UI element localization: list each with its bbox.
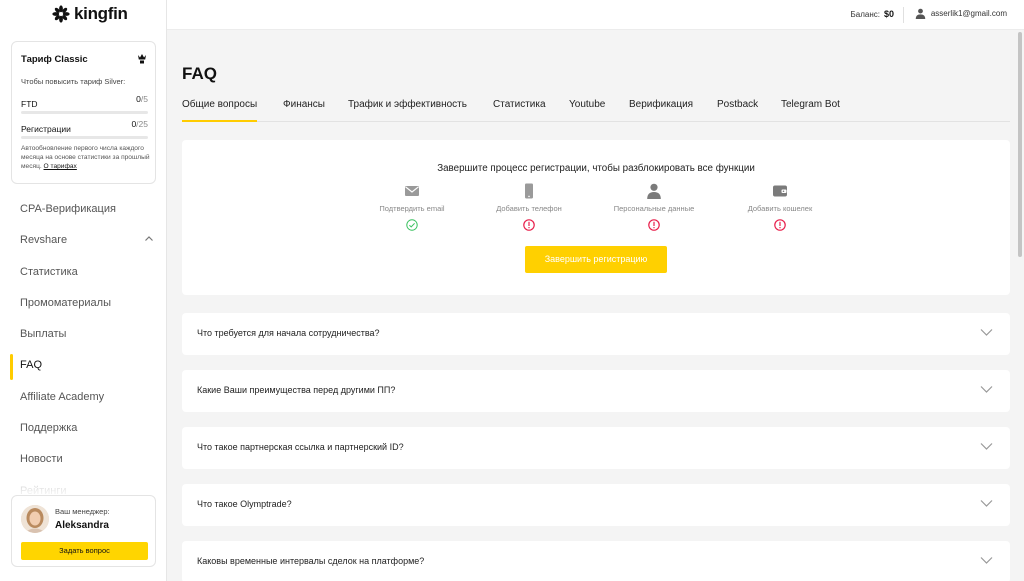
tab-statistics[interactable]: Статистика <box>493 99 546 122</box>
alert-circle-icon <box>774 219 786 231</box>
balance: Баланс: $0 <box>851 9 894 19</box>
sidebar-item-academy[interactable]: Affiliate Academy <box>0 384 166 415</box>
faq-question: Что требуется для начала сотрудничества? <box>197 328 380 338</box>
chevron-down-icon <box>980 329 993 336</box>
faq-item[interactable]: Какие Ваши преимущества перед другими ПП… <box>182 370 1010 412</box>
faq-item[interactable]: Что такое партнерская ссылка и партнерск… <box>182 427 1010 469</box>
page-title: FAQ <box>182 64 217 83</box>
alert-circle-icon <box>523 219 535 231</box>
registration-card: Завершите процесс регистрации, чтобы раз… <box>182 140 1010 295</box>
sidebar: kingfin Тариф Classic Чтобы повысить тар… <box>0 0 167 581</box>
chevron-down-icon <box>980 500 993 507</box>
header-divider <box>903 7 904 23</box>
faq-question: Какие Ваши преимущества перед другими ПП… <box>197 385 396 395</box>
sidebar-item-faq[interactable]: FAQ <box>0 352 166 383</box>
step-email[interactable]: Подтвердить email <box>352 183 472 231</box>
sidebar-item-payouts[interactable]: Выплаты <box>0 321 166 352</box>
balance-label: Баланс: <box>850 10 880 19</box>
chevron-down-icon <box>980 443 993 450</box>
tab-youtube[interactable]: Youtube <box>569 99 605 122</box>
email-icon <box>405 186 419 196</box>
step-wallet[interactable]: Добавить кошелек <box>720 183 840 231</box>
sidebar-item-promo[interactable]: Промоматериалы <box>0 290 166 321</box>
metric-label: Регистрации <box>21 124 71 134</box>
logo[interactable]: kingfin <box>52 4 128 24</box>
sidebar-item-revshare[interactable]: Revshare <box>0 227 166 258</box>
tariff-note: Автообновление первого числа каждого мес… <box>21 145 150 170</box>
tab-general[interactable]: Общие вопросы <box>182 99 258 122</box>
sidebar-item-statistics[interactable]: Статистика <box>0 259 166 290</box>
tab-telegram-bot[interactable]: Telegram Bot <box>781 99 840 122</box>
check-circle-icon <box>406 219 418 231</box>
faq-item[interactable]: Что такое Olymptrade? <box>182 484 1010 526</box>
registration-title: Завершите процесс регистрации, чтобы раз… <box>437 163 755 174</box>
balance-value: $0 <box>883 9 894 19</box>
tariff-card: Тариф Classic Чтобы повысить тариф Silve… <box>11 41 156 184</box>
manager-label: Ваш менеджер: <box>55 507 110 516</box>
chevron-down-icon <box>980 557 993 564</box>
tariff-info-link[interactable]: О тарифах <box>44 163 77 170</box>
finish-registration-button[interactable]: Завершить регистрацию <box>525 246 667 273</box>
faq-question: Что такое партнерская ссылка и партнерск… <box>197 442 404 452</box>
manager-card: Ваш менеджер: Aleksandra Задать вопрос <box>11 495 156 567</box>
faq-question: Каковы временные интервалы сделок на пла… <box>197 556 425 566</box>
tab-verification[interactable]: Верификация <box>629 99 693 122</box>
metric-value: 0/5 <box>136 94 148 104</box>
faq-item[interactable]: Что требуется для начала сотрудничества? <box>182 313 1010 355</box>
wallet-icon <box>773 185 787 197</box>
scrollbar-thumb[interactable] <box>1018 32 1022 257</box>
step-personal-data[interactable]: Персональные данные <box>594 183 714 231</box>
chevron-down-icon <box>980 386 993 393</box>
faq-item[interactable]: Каковы временные интервалы сделок на пла… <box>182 541 1010 581</box>
step-label: Добавить телефон <box>496 204 562 213</box>
person-icon <box>647 183 661 199</box>
metric-value: 0/25 <box>131 119 148 129</box>
progress-bar <box>21 111 148 114</box>
top-bar: Баланс: $0 asserlik1@gmail.com <box>167 0 1024 30</box>
step-label: Добавить кошелек <box>747 204 813 213</box>
progress-bar <box>21 136 148 139</box>
tab-postback[interactable]: Postback <box>717 99 758 122</box>
sidebar-item-cpa-verification[interactable]: CPA-Верификация <box>0 196 166 227</box>
crown-icon <box>138 54 146 64</box>
avatar <box>21 505 49 533</box>
user-icon <box>915 8 926 19</box>
tariff-title: Тариф Classic <box>21 54 88 65</box>
step-label: Подтвердить email <box>379 204 445 213</box>
faq-question: Что такое Olymptrade? <box>197 499 292 509</box>
alert-circle-icon <box>648 219 660 231</box>
user-email: asserlik1@gmail.com <box>930 9 1007 18</box>
sidebar-item-news[interactable]: Новости <box>0 446 166 477</box>
step-phone[interactable]: Добавить телефон <box>469 183 589 231</box>
tab-traffic[interactable]: Трафик и эффективность <box>348 99 467 122</box>
logo-icon <box>52 5 70 23</box>
metric-registrations: Регистрации 0/25 <box>21 119 148 139</box>
phone-icon <box>525 183 533 199</box>
logo-text: kingfin <box>74 4 128 23</box>
faq-tabs: Общие вопросы Финансы Трафик и эффективн… <box>182 99 1010 122</box>
sidebar-nav: CPA-Верификация Revshare Статистика Пром… <box>0 196 166 509</box>
metric-label: FTD <box>21 99 38 109</box>
tariff-subtitle: Чтобы повысить тариф Silver: <box>21 77 126 86</box>
step-label: Персональные данные <box>613 204 695 213</box>
chevron-up-icon <box>145 236 153 242</box>
metric-ftd: FTD 0/5 <box>21 94 148 114</box>
ask-question-button[interactable]: Задать вопрос <box>21 542 148 560</box>
sidebar-item-support[interactable]: Поддержка <box>0 415 166 446</box>
manager-name: Aleksandra <box>55 520 109 531</box>
user-menu[interactable]: asserlik1@gmail.com <box>915 8 1007 19</box>
tab-finance[interactable]: Финансы <box>283 99 325 122</box>
